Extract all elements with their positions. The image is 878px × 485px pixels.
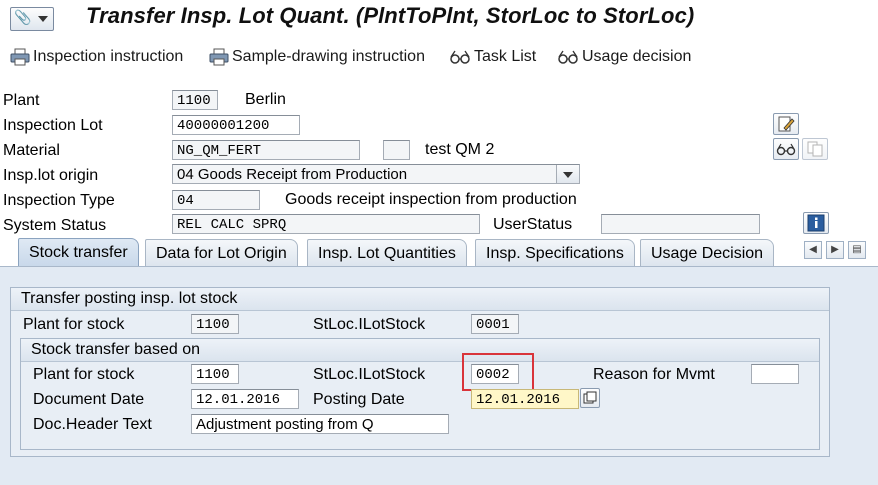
transfer-posting-group-title: Transfer posting insp. lot stock <box>11 288 829 311</box>
printer-icon <box>10 48 30 66</box>
calendar-picker-button[interactable] <box>580 388 600 408</box>
inspection-type-label: Inspection Type <box>3 192 115 209</box>
user-status-label: UserStatus <box>493 216 573 233</box>
plant-name: Berlin <box>245 91 286 108</box>
usage-decision-label: Usage decision <box>582 48 692 65</box>
info-icon <box>807 214 825 232</box>
system-status-label: System Status <box>3 217 107 234</box>
menu-dropdown-button[interactable]: 📎 <box>10 7 54 31</box>
edit-long-text-button[interactable] <box>773 113 799 135</box>
material-field[interactable]: NG_QM_FERT <box>172 140 360 160</box>
usage-decision-button[interactable]: Usage decision <box>557 46 691 68</box>
tab-insp-lot-quantities[interactable]: Insp. Lot Quantities <box>307 239 467 266</box>
task-list-side-button[interactable] <box>773 138 799 160</box>
transfer-plant-field[interactable]: 1100 <box>191 314 239 334</box>
calendar-icon <box>583 391 597 404</box>
doc-header-text-field[interactable]: Adjustment posting from Q <box>191 414 449 434</box>
inspection-type-description: Goods receipt inspection from production <box>285 191 577 208</box>
inspection-type-field[interactable]: 04 <box>172 190 260 210</box>
documents-button[interactable] <box>802 138 828 160</box>
reason-for-movement-field[interactable] <box>751 364 799 384</box>
sample-drawing-instruction-label: Sample-drawing instruction <box>232 48 425 65</box>
material-extra-field[interactable] <box>383 140 410 160</box>
tab-scroll-left-button[interactable]: ◀ <box>804 241 822 259</box>
tab-strip: Stock transfer Data for Lot Origin Insp.… <box>0 238 878 267</box>
target-plant-field[interactable]: 1100 <box>191 364 239 384</box>
plant-label: Plant <box>3 92 40 109</box>
transfer-plant-label: Plant for stock <box>23 316 125 333</box>
target-plant-label: Plant for stock <box>33 366 135 383</box>
dropdown-arrow-button[interactable] <box>556 165 579 183</box>
plant-field[interactable]: 1100 <box>172 90 218 110</box>
page-title: Transfer Insp. Lot Quant. (PlntToPlnt, S… <box>86 3 695 28</box>
task-list-button[interactable]: Task List <box>449 46 536 68</box>
chevron-down-icon <box>563 172 573 178</box>
chevron-down-icon <box>38 16 48 22</box>
status-info-button[interactable] <box>803 212 829 234</box>
glasses-icon <box>776 143 796 156</box>
material-label: Material <box>3 142 60 159</box>
glasses-icon <box>558 50 578 64</box>
tab-stock-transfer[interactable]: Stock transfer <box>18 238 139 267</box>
glasses-icon <box>450 50 470 64</box>
documents-icon <box>807 141 823 157</box>
tab-usage-decision[interactable]: Usage Decision <box>640 239 775 266</box>
inspection-lot-label: Inspection Lot <box>3 117 103 134</box>
doc-header-text-label: Doc.Header Text <box>33 416 152 433</box>
posting-date-label: Posting Date <box>313 391 405 408</box>
tab-scroll-right-button[interactable]: ▶ <box>826 241 844 259</box>
material-description: test QM 2 <box>425 141 495 158</box>
reason-for-movement-label: Reason for Mvmt <box>593 366 715 383</box>
tab-list-button[interactable]: ▤ <box>848 241 866 259</box>
tab-insp-specifications[interactable]: Insp. Specifications <box>475 239 635 266</box>
transfer-stloc-field[interactable]: 0001 <box>471 314 519 334</box>
transfer-stloc-label: StLoc.ILotStock <box>313 316 426 333</box>
application-toolbar: Inspection instruction Sample-drawing in… <box>0 38 878 74</box>
document-date-field[interactable]: 12.01.2016 <box>191 389 299 409</box>
lot-origin-dropdown[interactable]: 04 Goods Receipt from Production <box>172 164 580 184</box>
stock-transfer-group-title: Stock transfer based on <box>21 339 819 362</box>
lot-origin-value: 04 Goods Receipt from Production <box>177 166 408 183</box>
user-status-field[interactable] <box>601 214 760 234</box>
paperclip-icon: 📎 <box>14 10 32 26</box>
tab-data-for-lot-origin[interactable]: Data for Lot Origin <box>145 239 298 266</box>
sample-drawing-instruction-button[interactable]: Sample-drawing instruction <box>209 46 425 68</box>
target-stloc-label: StLoc.ILotStock <box>313 366 426 383</box>
lot-origin-label: Insp.lot origin <box>3 167 99 184</box>
inspection-lot-field[interactable]: 40000001200 <box>172 115 300 135</box>
posting-date-field[interactable]: 12.01.2016 <box>471 389 579 409</box>
inspection-instruction-button[interactable]: Inspection instruction <box>10 46 183 68</box>
inspection-instruction-label: Inspection instruction <box>33 48 184 65</box>
highlight-box <box>462 353 534 391</box>
document-date-label: Document Date <box>33 391 145 408</box>
task-list-label: Task List <box>474 48 537 65</box>
system-status-field[interactable]: REL CALC SPRQ <box>172 214 480 234</box>
printer-icon <box>209 48 229 66</box>
title-bar: 📎 Transfer Insp. Lot Quant. (PlntToPlnt,… <box>0 0 878 36</box>
pencil-icon <box>778 116 795 132</box>
